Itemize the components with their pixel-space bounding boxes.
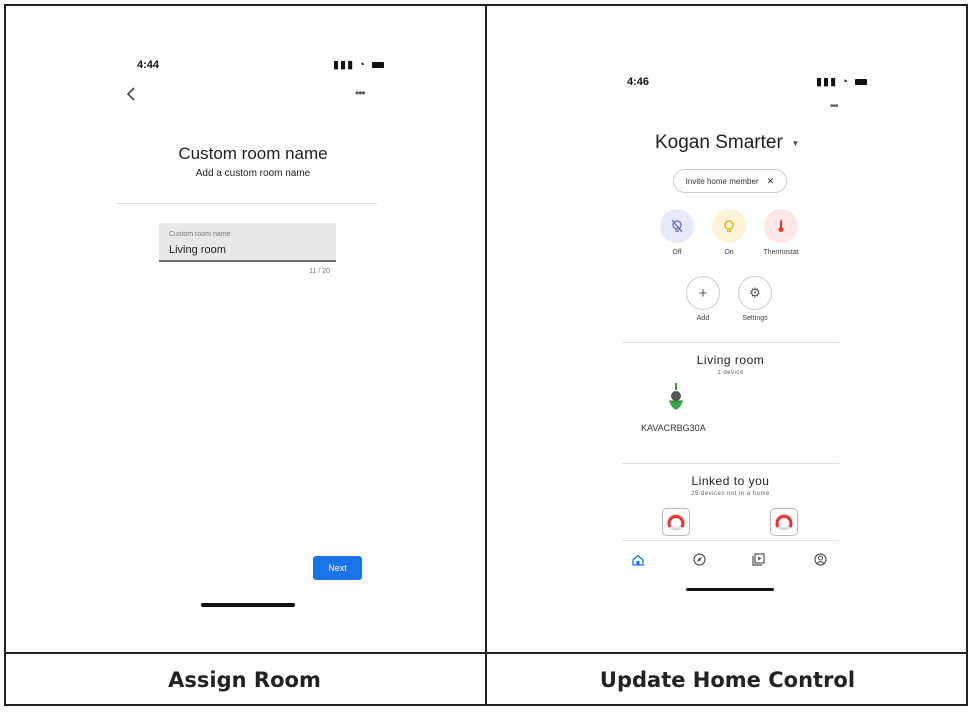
home-selector[interactable]: Kogan Smarter ▾ [655,132,798,154]
field-label: Custom room name [169,231,231,238]
linked-title: Linked to you [691,474,770,488]
home-indicator [686,588,774,591]
account-icon[interactable] [814,553,827,566]
plus-icon: + [698,284,708,302]
add-button[interactable]: + [686,276,720,310]
vertical-divider [485,4,487,706]
caption-assign-room: Assign Room [168,668,321,692]
device-name[interactable]: KAVACRBG30A [641,423,706,433]
signal-icon: ▮▮▮ [816,76,838,88]
room-title: Living room [696,353,765,367]
settings-button[interactable]: ⚙ [738,276,772,310]
lightbulb-icon [724,220,734,232]
action-off-label: Off [672,249,682,256]
status-time: 4:46 [627,76,650,88]
thermometer-icon [778,220,784,232]
page-subtitle: Add a custom room name [195,168,311,179]
dropdown-caret-icon: ▾ [793,138,798,149]
status-time: 4:44 [137,59,160,71]
home-icon[interactable] [632,554,644,566]
page-title: Custom room name [178,144,328,163]
light-off-icon [671,219,683,233]
action-on-label: On [724,249,734,256]
media-icon[interactable] [752,553,765,566]
wifi-icon: ◔ [841,76,849,88]
thermostat-dial-icon [667,513,685,531]
status-icons: ▮▮▮ ◔ [333,58,384,71]
add-label: Add [696,315,710,322]
compass-icon[interactable] [693,553,706,566]
divider [622,463,839,464]
close-icon[interactable]: ✕ [767,176,775,186]
linked-subtitle: 25 devices not in a home [691,491,770,497]
linked-device-thermostat[interactable] [770,508,798,536]
bottom-nav-divider [622,540,839,542]
settings-label: Settings [742,315,768,322]
thermostat-dial-icon [775,513,793,531]
battery-icon [371,62,384,69]
action-thermostat-button[interactable] [764,209,798,243]
room-name-field[interactable]: Custom room name Living room [159,223,336,262]
char-counter: 11 / 20 [309,268,330,275]
status-icons: ▮▮▮ ◔ [816,75,867,88]
back-arrow-icon[interactable] [126,87,136,101]
device-tile[interactable] [666,382,686,418]
room-device-count: 1 device [717,370,744,376]
divider [622,342,839,343]
action-thermostat-label: Thermostat [763,249,799,256]
next-button[interactable]: Next [313,556,362,580]
divider [117,203,377,204]
action-off-button[interactable] [660,209,694,243]
more-options-icon[interactable]: ••• [830,101,838,112]
wifi-icon: ◔ [358,59,366,71]
battery-icon [854,79,867,86]
signal-icon: ▮▮▮ [333,59,355,71]
caption-update-home-control: Update Home Control [599,668,856,692]
more-options-icon[interactable]: ••• [355,86,366,100]
gear-icon: ⚙ [749,285,761,300]
field-value[interactable]: Living room [169,244,226,256]
action-on-button[interactable] [712,209,746,243]
linked-device-thermostat[interactable] [662,508,690,536]
invite-chip-label: Invite home member [685,177,759,186]
home-indicator [201,603,295,607]
home-name: Kogan Smarter [655,132,783,153]
invite-home-member-chip[interactable]: Invite home member ✕ [673,169,787,193]
